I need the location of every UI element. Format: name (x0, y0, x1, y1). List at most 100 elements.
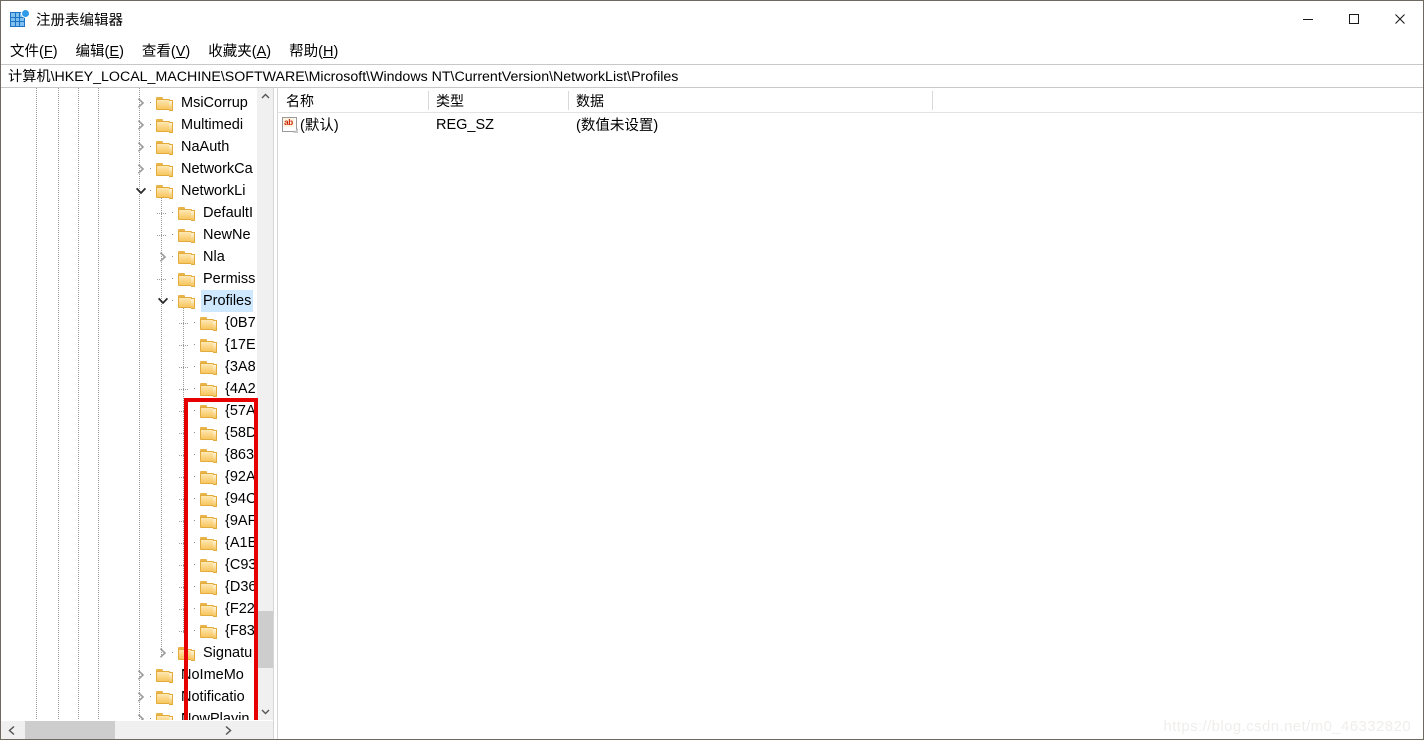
chevron-right-icon (159, 648, 167, 658)
tree-node[interactable]: {94C, (177, 488, 256, 510)
tree-node[interactable]: {58D (177, 422, 256, 444)
folder-icon (200, 404, 217, 419)
values-row[interactable]: ab (默认) REG_SZ (数值未设置) (278, 113, 1423, 136)
scroll-left-button[interactable] (3, 721, 22, 739)
tree-node-label: {58D (225, 425, 256, 441)
tree-node-label: {92A (225, 469, 256, 485)
registry-tree-pane: MsiCorrup Multimedi NaAuth NetworkCa Network… (1, 88, 273, 739)
tree-connector (177, 312, 193, 334)
tree-expand-toggle[interactable] (133, 158, 149, 180)
column-header-1[interactable]: 名称 (278, 88, 428, 113)
menu-item-accelerator: (H) (318, 43, 339, 60)
tree-connector (177, 620, 193, 642)
tree-collapse-toggle[interactable] (133, 180, 149, 202)
menu-item-2[interactable]: 编辑(E) (76, 40, 124, 61)
address-bar[interactable]: 计算机\HKEY_LOCAL_MACHINE\SOFTWARE\Microsof… (1, 64, 1423, 88)
tree-expand-toggle[interactable] (133, 114, 149, 136)
tree-guide-dot (193, 620, 200, 642)
tree-guide-dot (171, 290, 178, 312)
tree-node[interactable]: DefaultI (155, 202, 255, 224)
tree-guide-dot (193, 356, 200, 378)
tree-guide-dot (193, 532, 200, 554)
menu-item-3[interactable]: 查看(V) (142, 40, 190, 61)
column-header-2[interactable]: 类型 (428, 88, 568, 113)
tree-node[interactable]: Notificatio (133, 686, 247, 708)
tree-connector (177, 554, 193, 576)
tree-expand-toggle[interactable] (133, 92, 149, 114)
tree-node[interactable]: NewNe (155, 224, 253, 246)
values-list[interactable]: ab (默认) REG_SZ (数值未设置) (278, 113, 1423, 739)
tree-node[interactable]: {3A8 (177, 356, 256, 378)
tree-node[interactable]: NoImeMo (133, 664, 246, 686)
folder-icon (156, 162, 173, 177)
tree-node-label: {4A2 (225, 381, 256, 397)
tree-node-label: {3A8 (225, 359, 256, 375)
tree-expand-toggle[interactable] (133, 664, 149, 686)
tree-node[interactable]: {57A (177, 400, 256, 422)
tree-node[interactable]: Signatu (155, 642, 254, 664)
tree-node[interactable]: {F832 (177, 620, 256, 642)
tree-scrollport: MsiCorrup Multimedi NaAuth NetworkCa Network… (1, 88, 256, 720)
folder-icon (178, 294, 195, 309)
tree-horizontal-scrollbar[interactable] (1, 720, 273, 739)
registry-editor-window: 注册表编辑器 文件(F) 编辑(E) 查看(V) 收藏夹(A) 帮助(H) 计算… (0, 0, 1424, 740)
tree-expand-toggle[interactable] (155, 246, 171, 268)
tree-node[interactable]: {D36 (177, 576, 256, 598)
tree-guide-dot (193, 334, 200, 356)
scroll-thumb-horizontal[interactable] (25, 721, 115, 739)
tree-node[interactable]: {17E( (177, 334, 256, 356)
tree-node[interactable]: {92A (177, 466, 256, 488)
tree-node[interactable]: {9AF( (177, 510, 256, 532)
tree-node[interactable]: Nla (155, 246, 227, 268)
menu-item-label: 收藏夹 (208, 43, 252, 60)
tree-node[interactable]: {863I (177, 444, 256, 466)
tree-indent-guide (36, 88, 37, 720)
tree-expand-toggle[interactable] (133, 686, 149, 708)
address-path: 计算机\HKEY_LOCAL_MACHINE\SOFTWARE\Microsof… (8, 69, 679, 85)
folder-icon (156, 118, 173, 133)
tree-node[interactable]: Permiss (155, 268, 256, 290)
tree-node[interactable]: NetworkLi (133, 180, 247, 202)
column-header-3[interactable]: 数据 (568, 88, 933, 113)
value-name-label: (默认) (300, 118, 339, 134)
scroll-down-button[interactable] (257, 703, 273, 720)
scroll-up-button[interactable] (257, 88, 273, 105)
tree-node[interactable]: Multimedi (133, 114, 245, 136)
tree-guide-dot (171, 268, 178, 290)
tree-node-label: NoImeMo (181, 667, 244, 683)
tree-expand-toggle[interactable] (133, 136, 149, 158)
menu-item-1[interactable]: 文件(F) (10, 40, 58, 61)
tree-collapse-toggle[interactable] (155, 290, 171, 312)
maximize-button[interactable] (1331, 1, 1377, 37)
tree-node[interactable]: {A1B (177, 532, 256, 554)
tree-node[interactable]: MsiCorrup (133, 92, 250, 114)
tree-node[interactable]: Profiles (155, 290, 254, 312)
tree-guide-dot (193, 444, 200, 466)
scroll-thumb-vertical[interactable] (257, 611, 273, 668)
registry-tree[interactable]: MsiCorrup Multimedi NaAuth NetworkCa Network… (1, 88, 273, 720)
tree-guide-dot (171, 246, 178, 268)
chevron-right-icon (137, 142, 145, 152)
tree-node[interactable]: NowPlayin (133, 708, 252, 720)
tree-node[interactable]: {4A2 (177, 378, 256, 400)
tree-node-label: {17E( (225, 337, 256, 353)
tree-expand-toggle[interactable] (155, 642, 171, 664)
menu-item-5[interactable]: 帮助(H) (289, 40, 338, 61)
tree-connector (177, 466, 193, 488)
tree-node-label: NetworkCa (181, 161, 253, 177)
close-button[interactable] (1377, 1, 1423, 37)
tree-node[interactable]: {F228 (177, 598, 256, 620)
tree-node[interactable]: {0B7 (177, 312, 256, 334)
tree-vertical-scrollbar[interactable] (256, 88, 273, 720)
tree-node[interactable]: NaAuth (133, 136, 231, 158)
values-column-header: 名称 类型 数据 (278, 88, 1423, 113)
menu-item-4[interactable]: 收藏夹(A) (208, 40, 271, 61)
folder-icon (178, 228, 195, 243)
tree-node-label: NaAuth (181, 139, 230, 155)
minimize-button[interactable] (1285, 1, 1331, 37)
tree-node[interactable]: {C93 (177, 554, 256, 576)
tree-node[interactable]: NetworkCa (133, 158, 255, 180)
folder-icon (200, 580, 217, 595)
tree-expand-toggle[interactable] (133, 708, 149, 720)
scroll-right-button[interactable] (218, 721, 237, 739)
